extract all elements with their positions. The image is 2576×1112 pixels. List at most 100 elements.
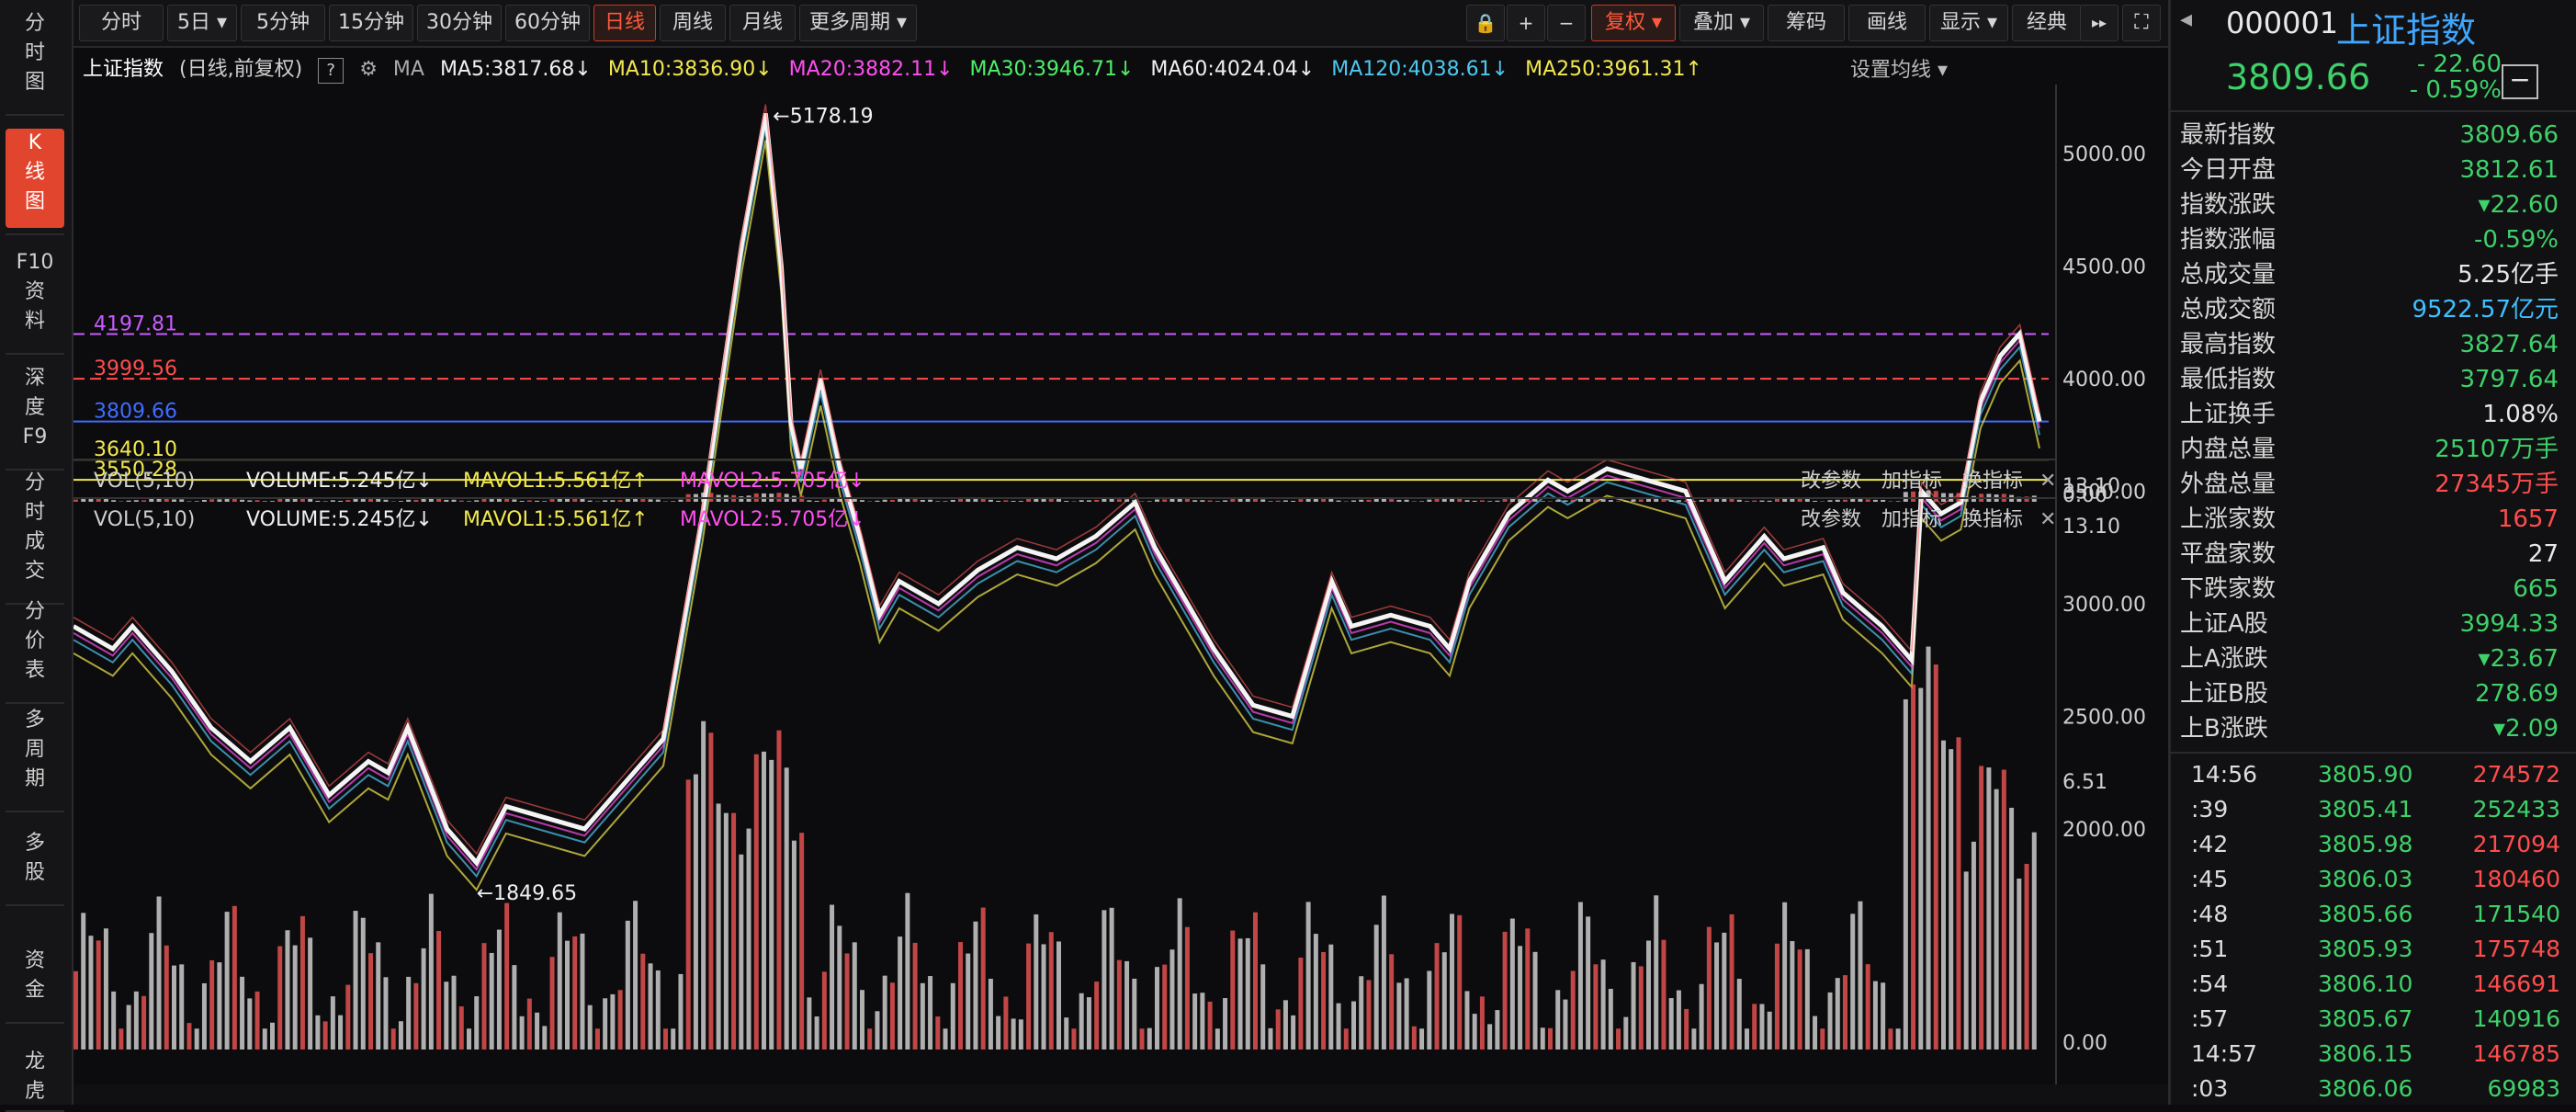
tick-time: :03 bbox=[2191, 1075, 2229, 1102]
volume-bar bbox=[920, 982, 925, 1050]
volume-bar bbox=[1979, 766, 1984, 1050]
toolbar-button-5[interactable]: 经典 bbox=[2012, 5, 2082, 41]
vol-header-text: VOLUME:5.245亿↓ bbox=[246, 508, 433, 531]
volume-bar bbox=[1532, 499, 1538, 502]
leftbar-item-6[interactable]: 多 周 期 bbox=[6, 706, 64, 805]
period-tab-3[interactable]: 15分钟 bbox=[329, 5, 413, 41]
volume-bar bbox=[489, 499, 494, 502]
volume-bar bbox=[1200, 993, 1205, 1050]
volume-bar bbox=[1918, 687, 1924, 1050]
toolbar-button-4[interactable]: 显示 ▾ bbox=[1929, 5, 2008, 41]
volume-bar bbox=[383, 977, 389, 1050]
volume-bar bbox=[996, 500, 1001, 502]
leftbar-item-8[interactable]: 资 金 bbox=[6, 947, 64, 1016]
leftbar-item-0[interactable]: 分 时 图 bbox=[6, 9, 64, 108]
fullscreen-icon[interactable]: ⛶ bbox=[2122, 5, 2161, 41]
zoom-out-icon[interactable]: − bbox=[1547, 5, 1586, 41]
volume-bar bbox=[1616, 501, 1621, 502]
volume-bar bbox=[194, 501, 199, 502]
volume-bar bbox=[1282, 1000, 1288, 1050]
leftbar-item-1[interactable]: K 线 图 bbox=[6, 129, 64, 228]
volume-bar bbox=[1623, 1016, 1629, 1050]
leftbar-item-4[interactable]: 分 时 成 交 bbox=[6, 469, 64, 597]
quote-row-value: ▾22.60 bbox=[2478, 191, 2559, 219]
leftbar-item-5[interactable]: 分 价 表 bbox=[6, 597, 64, 697]
volume-bar bbox=[625, 920, 630, 1050]
toolbar-button-1[interactable]: 叠加 ▾ bbox=[1679, 5, 1764, 41]
volume-bar bbox=[1048, 932, 1054, 1050]
volume-bar bbox=[179, 499, 185, 502]
volume-bar bbox=[254, 500, 260, 502]
quote-row-value: 3812.61 bbox=[2459, 156, 2559, 184]
volume-bar bbox=[1865, 964, 1870, 1050]
volume-bar bbox=[799, 833, 805, 1050]
volume-bar bbox=[950, 982, 955, 1050]
volume-bar bbox=[1434, 943, 1440, 1050]
period-tab-1[interactable]: 5日 ▾ bbox=[167, 5, 237, 41]
ma20-line bbox=[73, 119, 2040, 871]
volume-bar bbox=[1411, 501, 1417, 502]
close-panel-icon: ✕ bbox=[2039, 508, 2056, 531]
tick-row: :51 3805.93 175748 bbox=[2180, 932, 2570, 967]
quote-row-value: 3809.66 bbox=[2459, 121, 2559, 149]
period-tab-2[interactable]: 5分钟 bbox=[241, 5, 325, 41]
volume-bar bbox=[1359, 499, 1364, 502]
volume-bar bbox=[1843, 499, 1847, 502]
volume-bar bbox=[1797, 498, 1802, 502]
volume-bar bbox=[663, 1028, 668, 1050]
volume-bar bbox=[413, 982, 419, 1050]
period-tab-7[interactable]: 周线 bbox=[660, 5, 726, 41]
period-tab-9[interactable]: 更多周期 ▾ bbox=[799, 5, 917, 41]
volume-bar bbox=[867, 501, 873, 502]
volume-bar bbox=[814, 1016, 819, 1050]
volume-bar bbox=[1450, 913, 1454, 1050]
toolbar-button-3[interactable]: 画线 bbox=[1848, 5, 1926, 41]
volume-bar bbox=[2001, 769, 2006, 1050]
period-tab-4[interactable]: 30分钟 bbox=[417, 5, 502, 41]
leftbar-item-2[interactable]: F10 资 料 bbox=[6, 248, 64, 347]
volume-bar bbox=[920, 499, 925, 502]
kline-chart-area[interactable]: 上证指数 (日线,前复权) ? ⚙ MA MA5:3817.68↓ MA10:38… bbox=[73, 48, 2168, 1105]
tick-time: :57 bbox=[2191, 1005, 2229, 1032]
period-tab-0[interactable]: 分时 bbox=[79, 5, 164, 41]
volume-bar bbox=[458, 1006, 464, 1050]
volume-bar bbox=[655, 499, 661, 502]
period-tab-5[interactable]: 60分钟 bbox=[505, 5, 590, 41]
tick-volume: 146691 bbox=[2472, 970, 2560, 997]
zoom-in-icon[interactable]: + bbox=[1507, 5, 1545, 41]
period-toolbar: 分时 5日 ▾ 5分钟 15分钟 30分钟 60分钟 日线 周线 月线 更多周期 ▾ 🔒 + − 复权 ▾… bbox=[73, 0, 2168, 48]
volume-bar bbox=[512, 499, 517, 502]
volume-bar bbox=[617, 500, 623, 502]
volume-bar bbox=[1790, 941, 1795, 1050]
volume-bar bbox=[428, 893, 434, 1050]
quote-row-label: 上证A股 bbox=[2180, 610, 2268, 638]
leftbar-item-9[interactable]: 龙 虎 bbox=[6, 1048, 64, 1105]
volume-bar bbox=[1396, 982, 1402, 1050]
volume-bar bbox=[1555, 500, 1561, 502]
lock-icon[interactable]: 🔒 bbox=[1466, 5, 1505, 41]
expand-right-icon[interactable]: ▸▸ bbox=[2080, 5, 2118, 41]
period-tab-8[interactable]: 月线 bbox=[729, 5, 796, 41]
tick-price: 3805.98 bbox=[2318, 831, 2413, 857]
volume-bar bbox=[898, 498, 903, 502]
period-tab-6[interactable]: 日线 bbox=[593, 5, 656, 41]
volume-bar bbox=[133, 991, 139, 1050]
volume-bar bbox=[557, 912, 562, 1050]
tick-list[interactable]: 14:56 3805.90 274572:39 3805.41 252433:42 380… bbox=[2171, 752, 2576, 1106]
leftbar-item-7[interactable]: 多 股 bbox=[6, 829, 64, 899]
volume-bar bbox=[565, 498, 570, 502]
volume-bar bbox=[912, 498, 918, 502]
volume-bar bbox=[1396, 499, 1402, 502]
vol-header-text: VOL(5,10) bbox=[94, 470, 195, 493]
leftbar-item-3[interactable]: 深 度 F9 bbox=[6, 364, 64, 463]
volume-bar bbox=[1457, 914, 1463, 1050]
toolbar-button-2[interactable]: 筹码 bbox=[1768, 5, 1845, 41]
volume-bar bbox=[1722, 932, 1727, 1050]
vol-header-text: MAVOL1:5.561亿↑ bbox=[463, 508, 649, 531]
quote-row-value: 27 bbox=[2527, 540, 2559, 568]
volume-bar bbox=[262, 1028, 267, 1050]
volume-bar bbox=[1804, 948, 1810, 1050]
collapse-left-icon[interactable]: ◂ bbox=[2180, 6, 2192, 33]
minimize-button[interactable]: − bbox=[2502, 64, 2538, 99]
toolbar-button-0[interactable]: 复权 ▾ bbox=[1591, 5, 1676, 41]
